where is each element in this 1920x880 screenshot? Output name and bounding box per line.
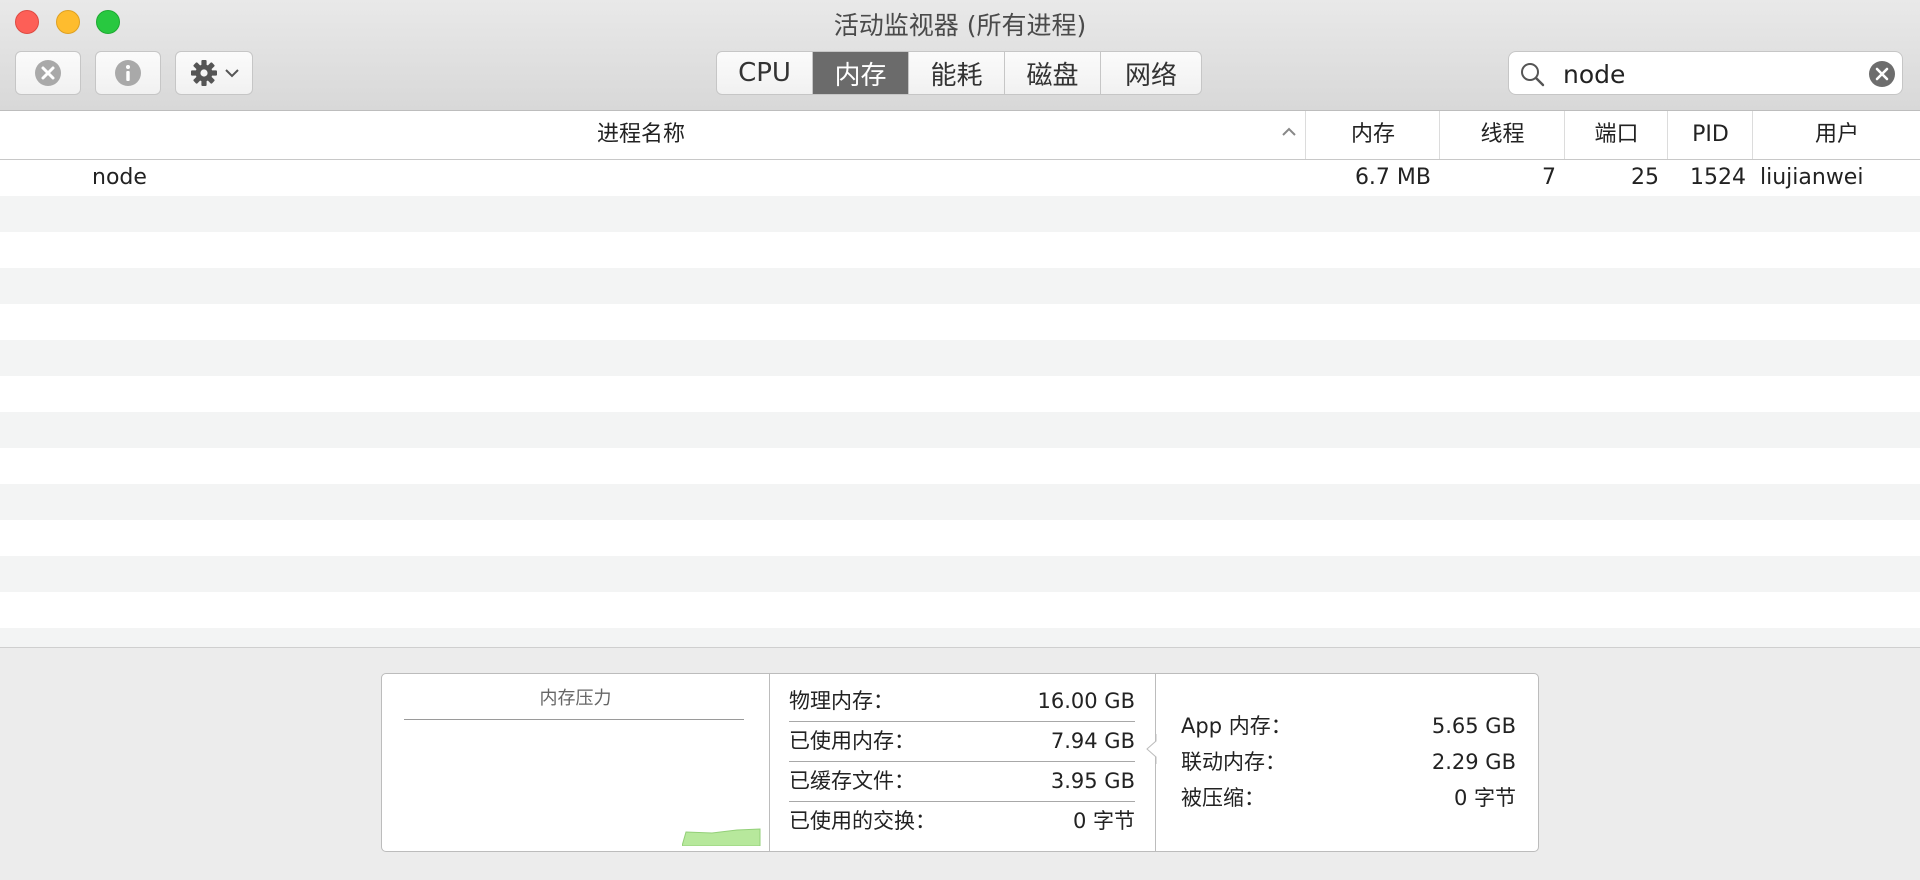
empty-row [0,196,1920,232]
swap-used-label: 已使用的交换： [789,809,936,833]
used-memory-row: 已使用内存： 7.94 GB [789,722,1135,762]
empty-row [0,268,1920,304]
column-header-user[interactable]: 用户 [1752,111,1920,159]
empty-row [0,592,1920,628]
empty-row [0,628,1920,647]
process-memory: 6.7 MB [1354,165,1431,190]
sort-ascending-icon[interactable] [1280,125,1298,139]
empty-row [0,520,1920,556]
column-header-threads[interactable]: 线程 [1439,111,1565,159]
empty-row [0,376,1920,412]
physical-memory-label: 物理内存： [789,689,894,713]
empty-row [0,556,1920,592]
inspect-process-button[interactable] [95,51,161,95]
tab-memory[interactable]: 内存 [813,52,909,94]
compressed-memory-label: 被压缩： [1181,786,1265,810]
app-memory-row: App 内存： 5.65 GB [1181,708,1516,744]
used-memory-value: 7.94 GB [1050,729,1135,753]
process-pid: 1524 [1690,165,1746,190]
empty-row [0,232,1920,268]
tab-network[interactable]: 网络 [1101,52,1201,94]
cached-files-label: 已缓存文件： [789,769,915,793]
column-header-memory[interactable]: 内存 [1305,111,1440,159]
app-memory-value: 5.65 GB [1431,714,1516,738]
column-header-process-name[interactable]: 进程名称 [0,111,1282,159]
used-memory-label: 已使用内存： [789,729,915,753]
pressure-baseline [404,719,744,720]
window-title: 活动监视器 (所有进程) [833,11,1087,40]
tab-cpu[interactable]: CPU [717,52,813,94]
swap-used-row: 已使用的交换： 0 字节 [789,802,1135,841]
empty-row [0,304,1920,340]
clear-search-icon[interactable] [1868,60,1896,88]
search-icon [1521,63,1545,87]
process-user: liujianwei [1760,165,1864,190]
info-icon [115,60,141,86]
wired-memory-value: 2.29 GB [1431,750,1516,774]
memory-pressure-label: 内存压力 [539,688,612,709]
cached-files-value: 3.95 GB [1050,769,1135,793]
cached-files-row: 已缓存文件： 3.95 GB [789,762,1135,802]
column-header-pid[interactable]: PID [1667,111,1753,159]
process-threads: 7 [1542,165,1556,190]
search-field[interactable] [1508,51,1903,95]
empty-row [0,412,1920,448]
memory-summary-panel: 内存压力 物理内存： 16.00 GB 已使用内存： 7.94 GB 已缓存文件… [381,673,1539,852]
search-input[interactable] [1561,56,1845,92]
process-table: node 6.7 MB 7 25 1524 liujianwei [0,160,1920,647]
memory-stats-breakdown: App 内存： 5.65 GB 联动内存： 2.29 GB 被压缩： 0 字节 [1155,674,1538,851]
physical-memory-row: 物理内存： 16.00 GB [789,682,1135,722]
stop-process-icon [35,60,61,86]
swap-used-value: 0 字节 [1072,809,1135,833]
compressed-memory-row: 被压缩： 0 字节 [1181,780,1516,816]
empty-row [0,448,1920,484]
memory-summary-area: 内存压力 物理内存： 16.00 GB 已使用内存： 7.94 GB 已缓存文件… [0,647,1920,880]
stop-process-button[interactable] [15,51,81,95]
table-row[interactable]: node 6.7 MB 7 25 1524 liujianwei [0,160,1920,196]
empty-row [0,340,1920,376]
compressed-memory-value: 0 字节 [1453,786,1516,810]
memory-stats-primary: 物理内存： 16.00 GB 已使用内存： 7.94 GB 已缓存文件： 3.9… [769,674,1156,851]
column-header-ports[interactable]: 端口 [1564,111,1668,159]
physical-memory-value: 16.00 GB [1037,689,1135,713]
app-memory-label: App 内存： [1181,714,1292,738]
title-bar: 活动监视器 (所有进程) CPU 内存 能耗 磁盘 网络 node [0,0,1920,111]
tab-energy[interactable]: 能耗 [909,52,1005,94]
wired-memory-label: 联动内存： [1181,750,1286,774]
empty-row [0,484,1920,520]
gear-icon [191,60,217,86]
memory-pressure-graph [682,828,761,846]
activity-monitor-window: 活动监视器 (所有进程) CPU 内存 能耗 磁盘 网络 node 进程名称 内… [0,0,1920,880]
action-menu-button[interactable] [175,51,253,95]
tab-disk[interactable]: 磁盘 [1005,52,1101,94]
view-tabs: CPU 内存 能耗 磁盘 网络 [716,51,1202,95]
process-ports: 25 [1631,165,1659,190]
wired-memory-row: 联动内存： 2.29 GB [1181,744,1516,780]
process-name: node [92,165,147,190]
chevron-down-icon [225,69,239,78]
table-header: 进程名称 内存 线程 端口 PID 用户 [0,111,1920,160]
memory-pressure-section: 内存压力 [382,674,770,851]
